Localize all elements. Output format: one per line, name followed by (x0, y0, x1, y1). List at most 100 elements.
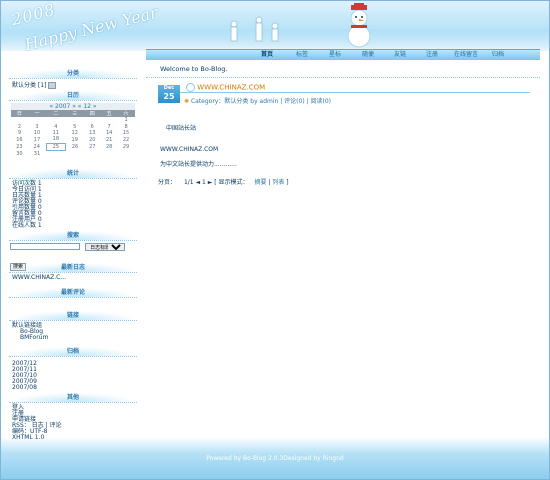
post-date-badge: Dec 25 (158, 85, 180, 103)
post-title-divider (180, 92, 530, 93)
calendar-day: 21 (105, 136, 113, 143)
post-body-line: 中国站长站 (166, 125, 197, 132)
latest-comments-box: 最新评论 (9, 288, 137, 298)
calendar-day-today[interactable]: 25 (45, 142, 67, 151)
footer: Powered by Bo-Blog 2.0.3Designed by Ring… (1, 437, 549, 479)
mode-list-link[interactable]: 列表 (272, 179, 284, 186)
category-box: 分类 默认分类 [1] (9, 69, 137, 89)
sidebar: 分类 默认分类 [1] 日历 « 2007 » « 12 » 日 一 二 三 四… (9, 61, 137, 441)
main-content: Welcome to Bo-Blog. Dec 25 WWW.CHINAZ.CO… (146, 61, 540, 186)
post-month: Dec (163, 85, 175, 91)
weekday: 一 (27, 110, 47, 117)
calendar-day: 30 (16, 150, 23, 157)
pager-label: 分页： (158, 179, 177, 186)
weekday: 日 (11, 110, 28, 117)
nav-register[interactable]: 注册 (426, 50, 438, 60)
search-row: 日志标题 (9, 243, 137, 251)
calendar-day: 31 (33, 150, 41, 157)
post-title[interactable]: WWW.CHINAZ.COM (186, 83, 265, 92)
nav-tags[interactable]: 标签 (296, 50, 308, 60)
nav-links[interactable]: 友链 (394, 50, 406, 60)
search-scope-select[interactable]: 日志标题 (85, 243, 126, 251)
calendar-day: 29 (122, 143, 130, 150)
weekday: 四 (83, 110, 101, 117)
calendar-day: 18 (52, 136, 60, 143)
pager-separator: | (268, 179, 271, 186)
post-title-text[interactable]: WWW.CHINAZ.COM (197, 84, 265, 92)
calendar-row: 16 17 18 19 20 21 22 (11, 136, 135, 143)
misc-list: 登入 注册 申请链接 RSS： 日志 | 评论 编码：UTF-8 XHTML 1… (9, 405, 137, 441)
archive-list: 2007/12 2007/11 2007/10 2007/09 2007/08 (9, 361, 137, 391)
calendar-row: 23 24 25 26 27 28 29 (11, 142, 135, 151)
main-nav: 首页 标签 星标 随便 友链 注册 在线留言 归档 (146, 49, 540, 60)
calendar-grid: 日 一 二 三 四 五 六 1 2 3 4 5 6 7 8 9 10 11 12… (11, 110, 135, 157)
snowman-icon (347, 3, 371, 48)
post-meta-text[interactable]: Category：默认分类 by admin | 评论(0) | 阅读(0) (191, 98, 331, 105)
stats-line: 在线人数 1 (12, 222, 42, 229)
post-body-line: WWW.CHINAZ.COM (160, 146, 219, 153)
latest-comments-title: 最新评论 (9, 288, 137, 298)
calendar-weekdays: 日 一 二 三 四 五 六 (11, 110, 135, 117)
latest-post-link[interactable]: WWW.CHINAZ.C... (9, 275, 137, 281)
search-title: 搜索 (9, 231, 137, 241)
links-box: 链接 默认链接组 Bo-Blog BMForum (9, 311, 137, 341)
header-banner: 2008 Happy New Year (1, 1, 549, 51)
latest-posts-box: 最新日志 WWW.CHINAZ.C... (9, 263, 137, 281)
archive-box: 归档 2007/12 2007/11 2007/10 2007/09 2007/… (9, 347, 137, 391)
footer-text: Powered by Bo-Blog 2.0.3Designed by Ring… (206, 455, 344, 462)
nav-archive[interactable]: 归档 (492, 50, 504, 60)
post-body: 中国站长站 WWW.CHINAZ.COM 为中文站长提供动力..........… (160, 123, 237, 168)
pager-pages: 1/1 (183, 179, 194, 186)
misc-box: 其他 登入 注册 申请链接 RSS： 日志 | 评论 编码：UTF-8 XHTM… (9, 393, 137, 441)
calendar-day: 16 (16, 136, 23, 143)
search-input[interactable] (10, 243, 80, 250)
nav-guestbook[interactable]: 在线留言 (454, 50, 478, 60)
archive-title: 归档 (9, 347, 137, 357)
calendar-day (101, 150, 118, 157)
latest-posts-title: 最新日志 (9, 263, 137, 273)
link-item-bmforum[interactable]: BMForum (9, 335, 137, 341)
nav-stars[interactable]: 星标 (329, 50, 341, 60)
calendar-row: 30 31 (11, 150, 135, 157)
stats-box: 统计 访问次数 1 今日访问 1 日志数量 1 评论数量 0 引用数量 0 留言… (9, 169, 137, 229)
pager-nav[interactable]: ◄ 1 ► [ 显示模式： (196, 179, 249, 186)
category-item[interactable]: 默认分类 [1] (9, 82, 137, 89)
header-year: 2008 (9, 1, 58, 30)
welcome-text: Welcome to Bo-Blog. (146, 61, 540, 78)
nav-random[interactable]: 随便 (362, 50, 374, 60)
weekday: 五 (100, 110, 118, 117)
weekday: 三 (65, 110, 84, 117)
calendar-day: 26 (71, 143, 79, 150)
calendar-day (66, 150, 84, 157)
calendar-day (84, 150, 101, 157)
misc-title: 其他 (9, 393, 137, 403)
calendar-day: 28 (105, 143, 113, 150)
post-day: 25 (163, 92, 175, 101)
snow-figures-icon (230, 16, 279, 42)
post-meta: ✺ Category：默认分类 by admin | 评论(0) | 阅读(0) (184, 96, 331, 105)
post-body-line: 为中文站长提供动力............ (160, 161, 237, 168)
calendar-day: 24 (33, 143, 40, 150)
pager-end: ] (286, 179, 289, 186)
calendar-day: 19 (71, 136, 78, 143)
calendar-day (118, 150, 135, 157)
post-title-icon (186, 83, 195, 92)
stats-list: 访问次数 1 今日访问 1 日志数量 1 评论数量 0 引用数量 0 留言数量 … (9, 181, 137, 229)
nav-home[interactable]: 首页 (261, 50, 273, 60)
page-frame: 2008 Happy New Year 首页 标签 星标 随便 友链 注册 在线… (0, 0, 550, 480)
category-gear-icon: ✺ (184, 98, 190, 105)
calendar-day: 23 (16, 143, 23, 150)
pager: 分页： 1/1 ◄ 1 ► [ 显示模式： 摘要 | 列表 ] (158, 177, 289, 186)
rss-icon[interactable] (48, 82, 57, 89)
weekday: 六 (117, 110, 135, 117)
category-title: 分类 (9, 69, 137, 79)
calendar-day: 20 (89, 136, 96, 143)
archive-link[interactable]: 2007/08 (12, 385, 137, 391)
calendar-day: 27 (89, 143, 96, 150)
calendar-header[interactable]: « 2007 » « 12 » (11, 103, 135, 110)
mode-summary-link[interactable]: 摘要 (254, 179, 266, 186)
weekday: 二 (46, 110, 66, 117)
calendar-box: 日历 « 2007 » « 12 » 日 一 二 三 四 五 六 1 2 3 4… (9, 91, 137, 157)
category-item-label[interactable]: 默认分类 [1] (12, 82, 46, 89)
calendar-day: 17 (33, 136, 41, 143)
